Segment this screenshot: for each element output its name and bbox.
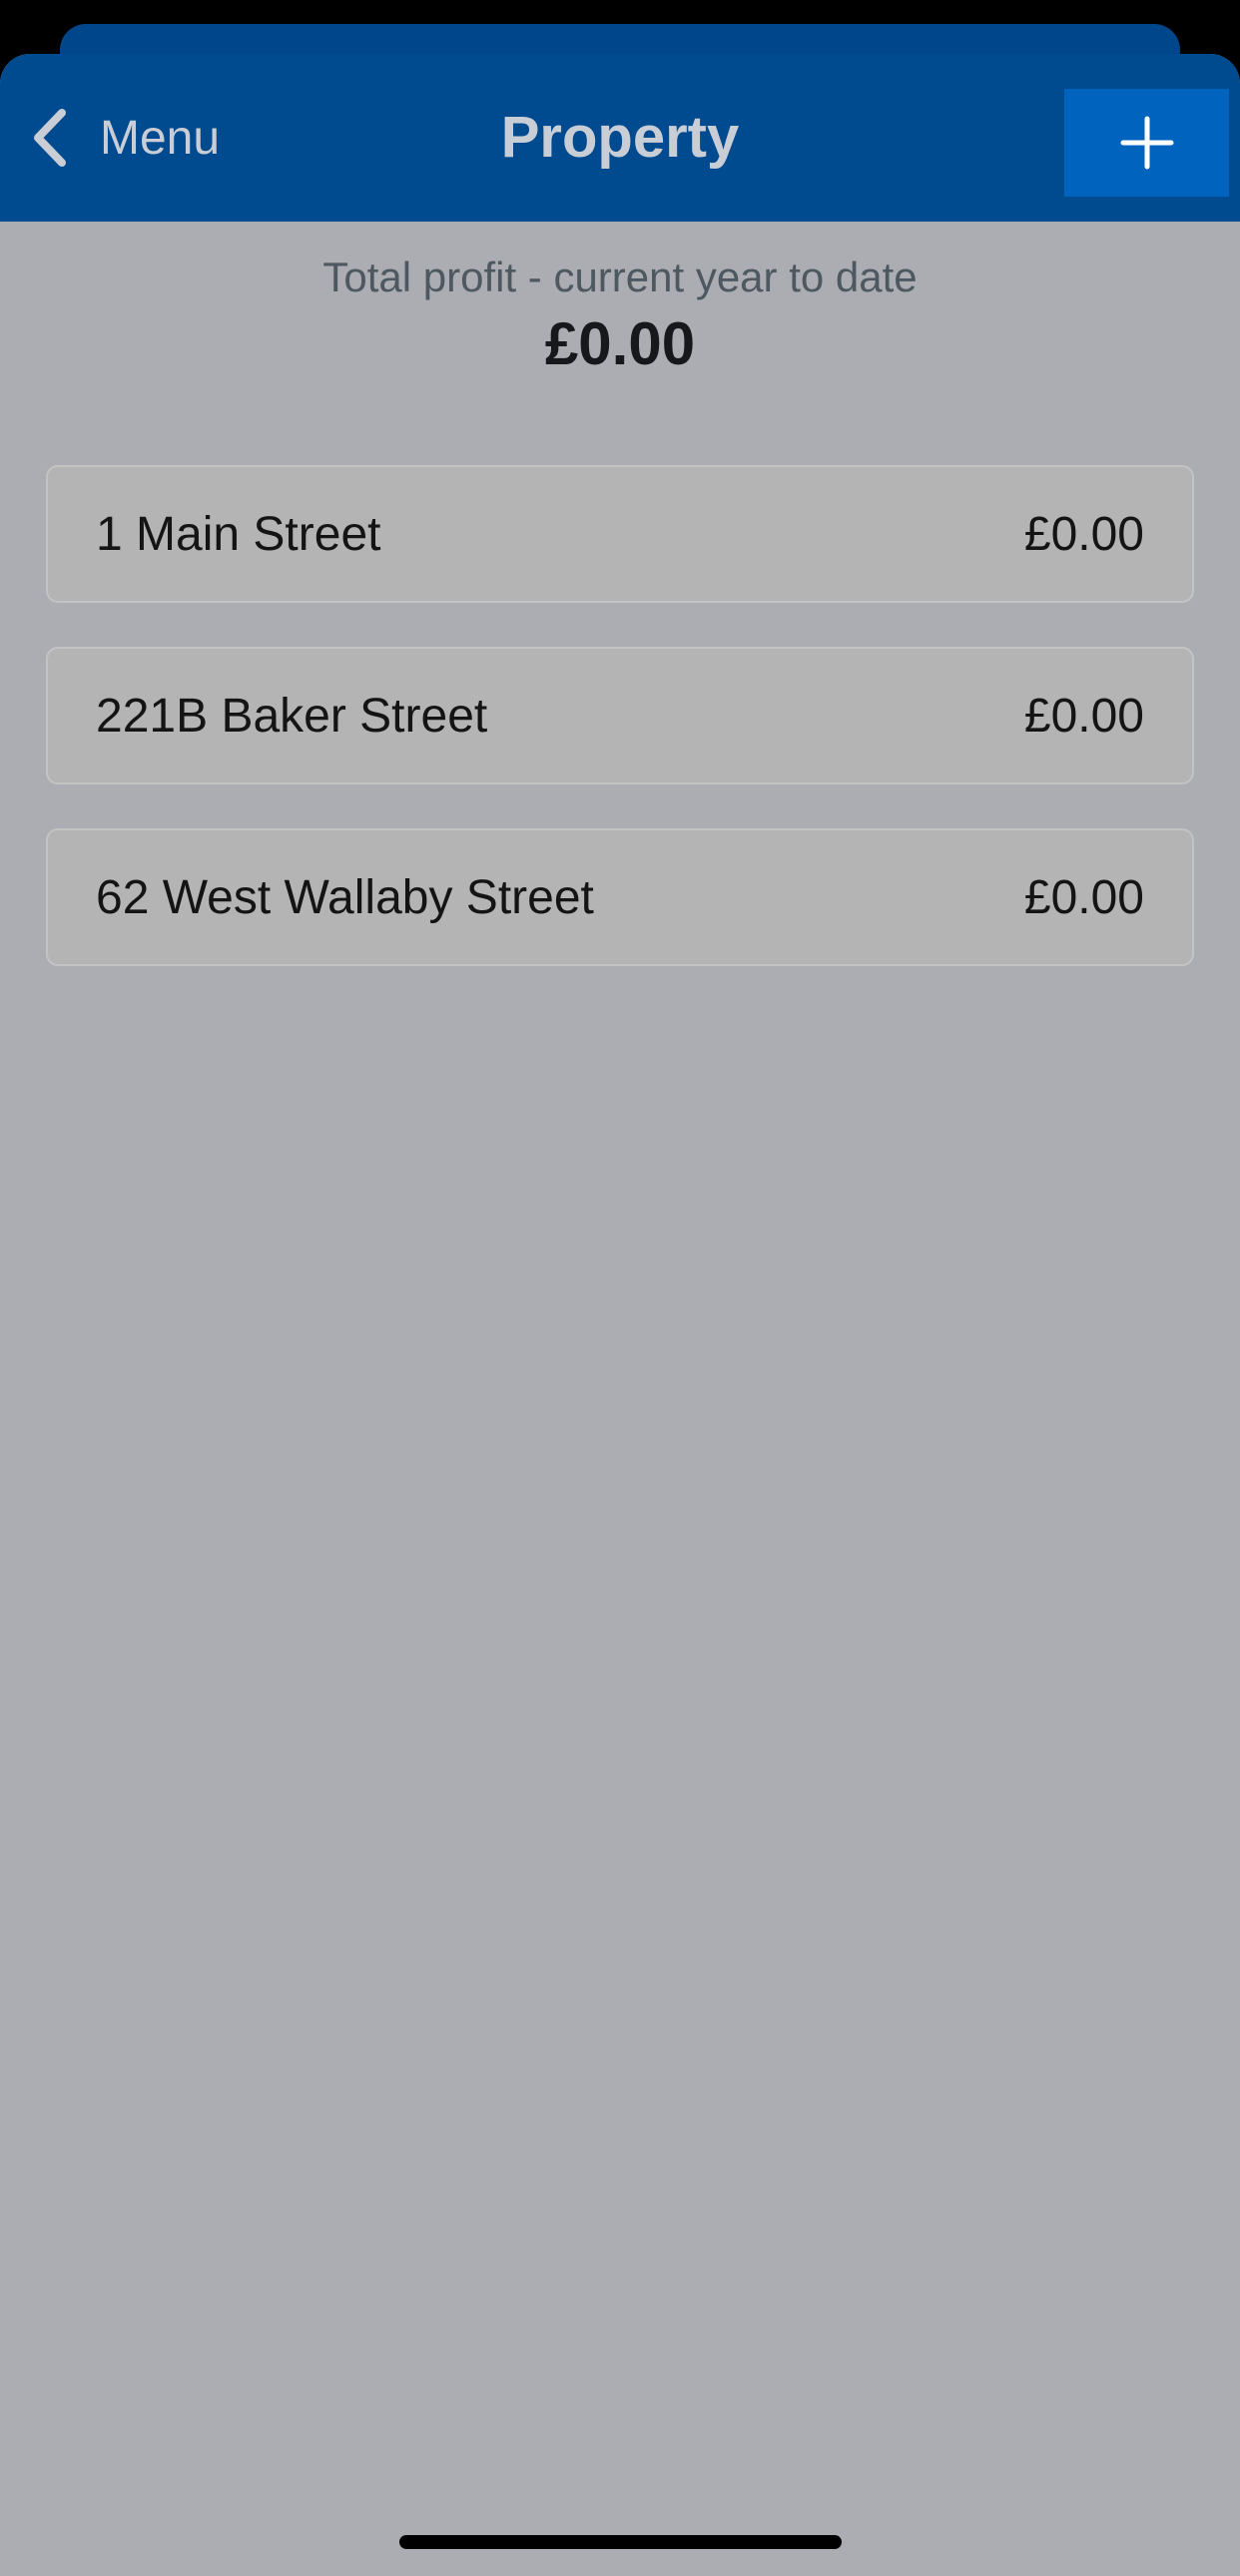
plus-icon: [1120, 116, 1173, 170]
total-profit-label: Total profit - current year to date: [322, 254, 918, 300]
back-button-label: Menu: [100, 111, 221, 165]
chevron-left-icon: [34, 109, 66, 167]
property-screen: Menu Property Total profit - current yea…: [0, 54, 1240, 2576]
total-profit-value: £0.00: [544, 310, 696, 377]
property-list: 1 Main Street £0.00 221B Baker Street £0…: [46, 465, 1194, 1010]
property-item-62-west-wallaby-street[interactable]: 62 West Wallaby Street £0.00: [46, 828, 1194, 966]
navigation-bar: Menu Property: [0, 54, 1240, 222]
property-amount: £0.00: [1023, 507, 1144, 561]
property-name: 62 West Wallaby Street: [96, 870, 594, 924]
home-indicator[interactable]: [399, 2535, 842, 2549]
page-title: Property: [500, 105, 740, 170]
property-amount: £0.00: [1023, 870, 1144, 924]
property-amount: £0.00: [1023, 689, 1144, 743]
property-name: 221B Baker Street: [96, 689, 488, 743]
property-item-221b-baker-street[interactable]: 221B Baker Street £0.00: [46, 647, 1194, 784]
property-item-1-main-street[interactable]: 1 Main Street £0.00: [46, 465, 1194, 603]
back-menu-button[interactable]: Menu: [30, 98, 220, 178]
add-property-button[interactable]: [1064, 89, 1229, 197]
property-name: 1 Main Street: [96, 507, 381, 561]
